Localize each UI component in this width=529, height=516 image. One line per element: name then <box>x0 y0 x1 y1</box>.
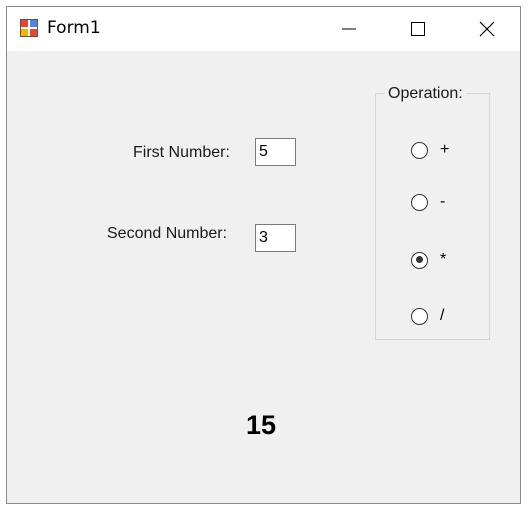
radio-button-add[interactable] <box>411 141 428 159</box>
radio-label-add: + <box>440 141 450 158</box>
radio-label-multiply: * <box>440 251 447 268</box>
first-number-label: First Number: <box>133 144 230 161</box>
radio-button-subtract[interactable] <box>411 193 428 211</box>
app-form-icon <box>20 19 38 37</box>
operation-groupbox <box>375 93 490 340</box>
form1-window: Form1 First Number: 5 Second Number: 3 O… <box>6 6 521 504</box>
close-button[interactable] <box>452 7 521 51</box>
maximize-icon <box>410 22 425 36</box>
result-label: 15 <box>246 410 277 440</box>
operation-legend: Operation: <box>385 85 466 103</box>
radio-add[interactable]: + <box>411 141 449 159</box>
radio-multiply[interactable]: * <box>411 251 446 269</box>
minimize-button[interactable] <box>314 7 383 51</box>
radio-label-subtract: - <box>440 193 446 210</box>
second-number-label: Second Number: <box>107 225 228 242</box>
radio-button-divide[interactable] <box>411 307 428 325</box>
window-title: Form1 <box>47 18 101 38</box>
maximize-button[interactable] <box>383 7 452 51</box>
title-bar[interactable]: Form1 <box>7 7 520 51</box>
radio-divide[interactable]: / <box>411 307 444 325</box>
radio-label-divide: / <box>440 307 445 324</box>
radio-subtract[interactable]: - <box>411 193 445 211</box>
first-number-input[interactable]: 5 <box>255 138 296 166</box>
radio-button-multiply[interactable] <box>411 251 428 269</box>
minimize-icon <box>341 28 356 30</box>
second-number-input[interactable]: 3 <box>255 224 296 252</box>
close-icon <box>479 21 494 37</box>
